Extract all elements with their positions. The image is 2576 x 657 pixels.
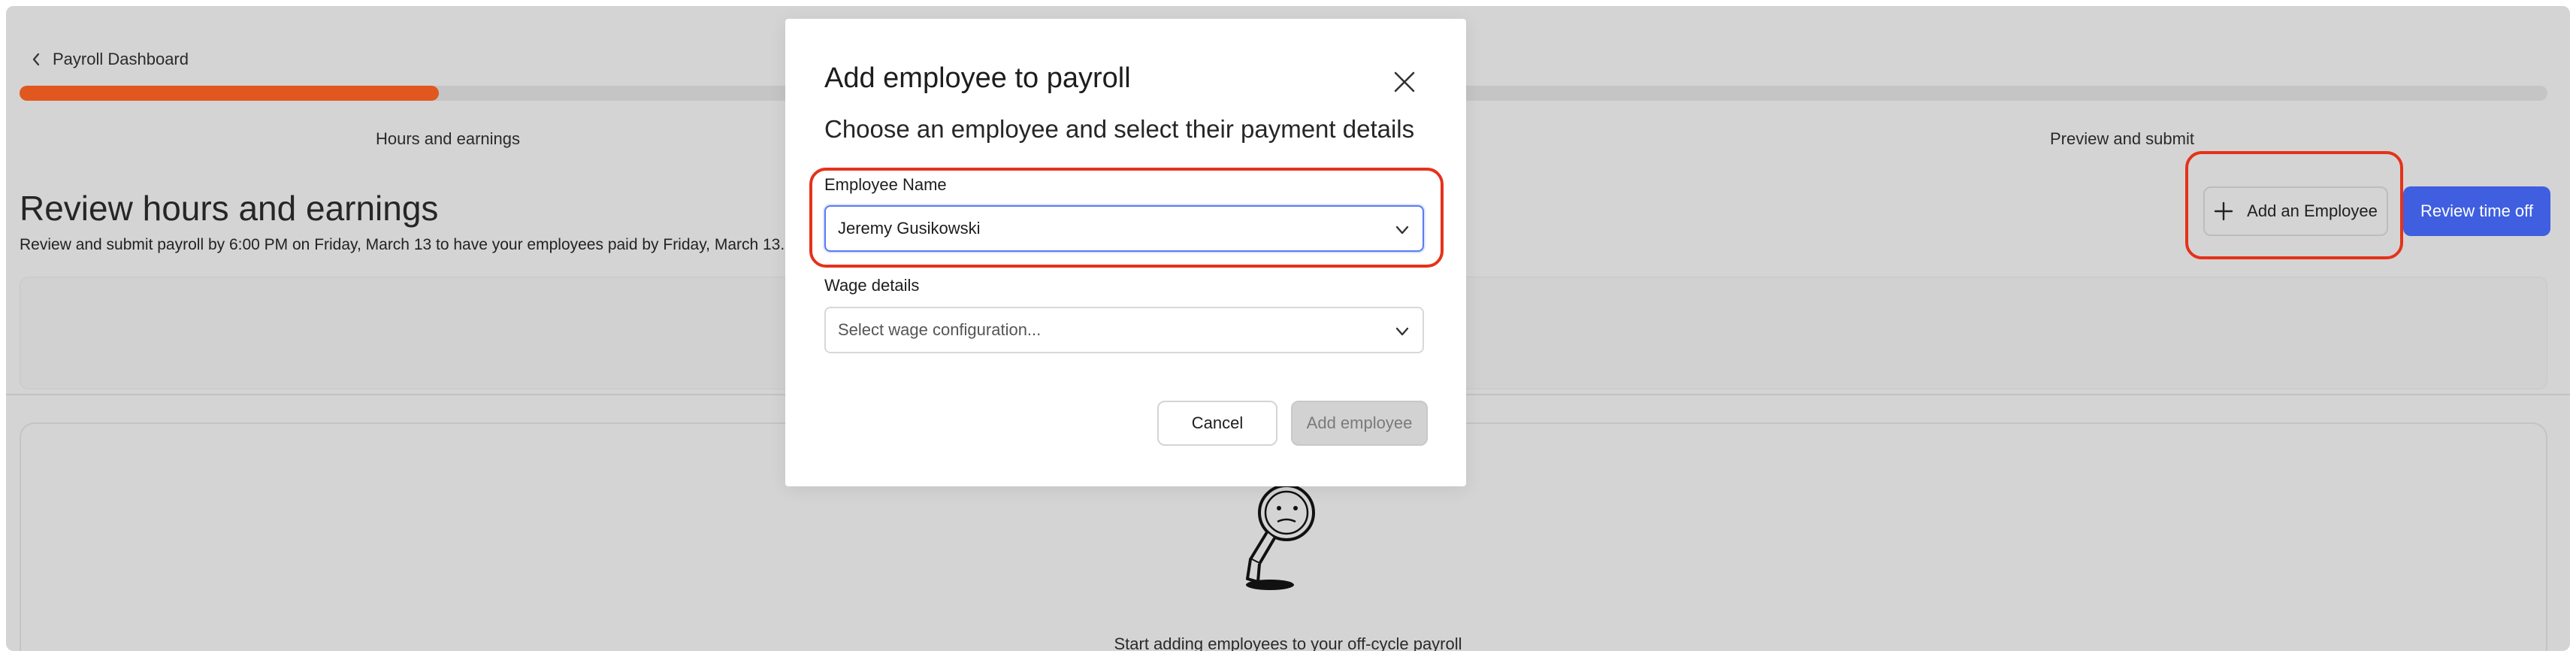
cancel-label: Cancel [1191,413,1244,432]
magnifying-glass-icon [1246,484,1315,590]
modal-title: Add employee to payroll [824,62,1131,94]
back-link-label: Payroll Dashboard [53,50,189,68]
close-icon[interactable] [1391,68,1418,95]
highlight-add-employee-button [2185,151,2403,259]
step-label-hours-and-earnings: Hours and earnings [376,129,521,148]
modal-subtitle: Choose an employee and select their paym… [824,115,1415,143]
empty-state-text: Start adding employees to your off-cycle… [1114,634,1462,651]
cancel-button[interactable]: Cancel [1157,401,1277,446]
wage-configuration-select[interactable]: Select wage configuration... [824,307,1424,353]
review-time-off-label: Review time off [2420,201,2533,220]
wage-configuration-placeholder: Select wage configuration... [838,320,1042,339]
page-title: Review hours and earnings [20,189,439,228]
step-label-preview-and-submit: Preview and submit [2050,129,2194,148]
review-time-off-button[interactable]: Review time off [2403,186,2550,236]
highlight-employee-name-field [809,168,1444,268]
wage-details-label: Wage details [824,276,920,295]
add-employee-button[interactable]: Add employee [1291,401,1428,446]
progress-bar-fill [20,86,440,101]
chevron-left-icon [32,53,40,66]
add-employee-label: Add employee [1306,413,1413,432]
chevron-down-icon [1395,327,1409,336]
back-to-payroll-dashboard-link[interactable]: Payroll Dashboard [32,50,189,69]
page-subtitle: Review and submit payroll by 6:00 PM on … [20,236,785,253]
